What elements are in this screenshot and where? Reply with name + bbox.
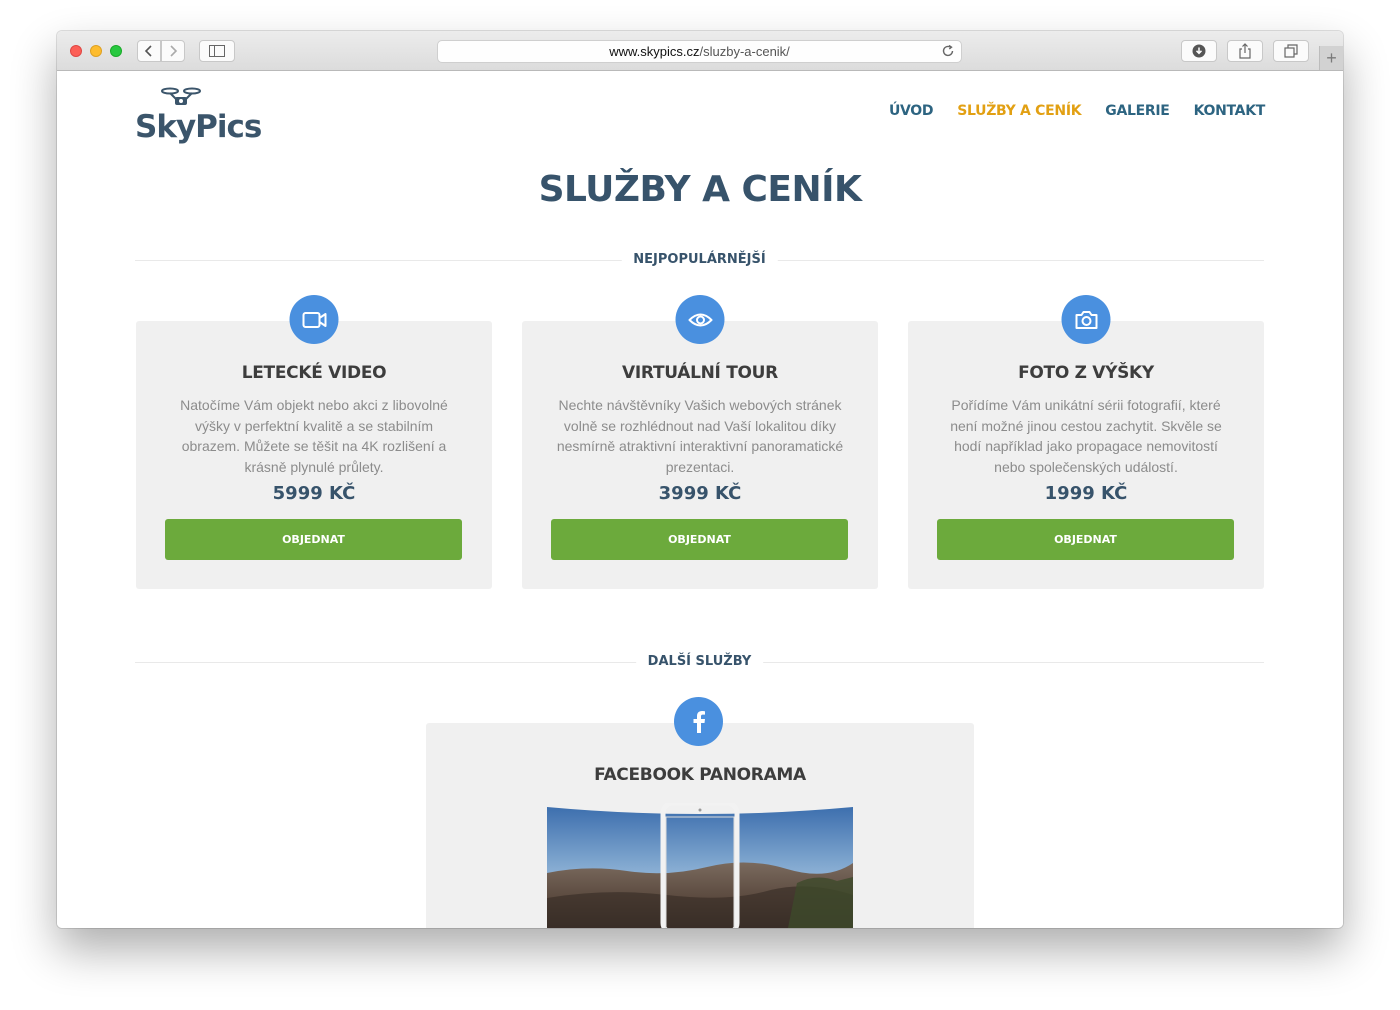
order-button[interactable]: OBJEDNAT (165, 519, 462, 560)
service-title: VIRTUÁLNÍ TOUR (622, 363, 778, 383)
forward-button[interactable] (161, 40, 185, 62)
service-icon-circle (675, 295, 725, 344)
nav-item-galerie[interactable]: GALERIE (1105, 103, 1170, 119)
service-card-virtualni-tour: VIRTUÁLNÍ TOUR Nechte návštěvníky Vašich… (522, 295, 878, 589)
service-card-letecke-video: LETECKÉ VIDEO Natočíme Vám objekt nebo a… (136, 295, 492, 589)
nav-item-sluzby-a-cenik[interactable]: SLUŽBY A CENÍK (957, 103, 1081, 119)
service-title: LETECKÉ VIDEO (241, 363, 387, 383)
back-button[interactable] (137, 40, 161, 62)
service-card-foto-z-vysky: FOTO Z VÝŠKY Pořídíme Vám unikátní sérii… (908, 295, 1264, 589)
nav-item-uvod[interactable]: ÚVOD (889, 103, 934, 119)
service-icon-circle (1061, 295, 1111, 344)
plus-icon: + (1326, 47, 1337, 68)
popular-heading-label: NEJPOPULÁRNĚJŠÍ (621, 252, 778, 267)
service-price: 5999 KČ (272, 483, 356, 504)
eye-icon (688, 313, 712, 326)
close-window-button[interactable] (70, 45, 82, 57)
tabs-overview-button[interactable] (1273, 40, 1309, 62)
new-tab-button[interactable]: + (1319, 46, 1343, 70)
service-icon-circle (289, 295, 339, 344)
service-description: Nechte návštěvníky Vašich webových strán… (556, 397, 844, 475)
reload-icon[interactable] (941, 44, 955, 58)
service-title: FOTO Z VÝŠKY (1018, 363, 1154, 383)
zoom-window-button[interactable] (110, 45, 122, 57)
other-section-heading: DALŠÍ SLUŽBY (135, 652, 1264, 672)
service-price: 1999 KČ (1044, 483, 1128, 504)
page-title: SLUŽBY A CENÍK (538, 169, 862, 210)
nav-item-kontakt[interactable]: KONTAKT (1194, 103, 1266, 119)
drone-icon (161, 87, 201, 105)
browser-toolbar: www.skypics.cz/sluzby-a-cenik/ + (57, 31, 1343, 71)
order-button[interactable]: OBJEDNAT (937, 519, 1234, 560)
chevron-left-icon (144, 45, 152, 57)
camera-icon (1075, 310, 1097, 329)
webpage: SkyPics ÚVOD SLUŽBY A CENÍK GALERIE KONT… (57, 71, 1343, 928)
sidebar-toggle-button[interactable] (199, 40, 235, 62)
facebook-icon (693, 710, 705, 733)
service-title: FACEBOOK PANORAMA (594, 765, 806, 785)
share-button[interactable] (1227, 40, 1263, 62)
url-domain: www.skypics.cz (609, 44, 700, 59)
logo-text: SkyPics (135, 109, 262, 145)
browser-window: www.skypics.cz/sluzby-a-cenik/ + SkyPics (57, 31, 1343, 928)
service-price: 3999 KČ (658, 483, 742, 504)
sidebar-icon (209, 45, 225, 57)
minimize-window-button[interactable] (90, 45, 102, 57)
downloads-button[interactable] (1181, 40, 1217, 62)
video-camera-icon (302, 311, 326, 328)
url-path: /sluzby-a-cenik/ (699, 44, 790, 59)
service-card-facebook-panorama: FACEBOOK PANORAMA (426, 723, 974, 928)
panorama-image (547, 803, 853, 928)
order-button[interactable]: OBJEDNAT (551, 519, 848, 560)
download-icon (1192, 44, 1206, 58)
tabs-icon (1284, 44, 1298, 58)
service-description: Natočíme Vám objekt nebo akci z libovoln… (180, 397, 448, 475)
chevron-right-icon (170, 45, 178, 57)
other-heading-label: DALŠÍ SLUŽBY (635, 654, 764, 669)
share-icon (1239, 43, 1251, 59)
address-bar[interactable]: www.skypics.cz/sluzby-a-cenik/ (437, 40, 962, 63)
main-nav: ÚVOD SLUŽBY A CENÍK GALERIE KONTAKT (889, 103, 1265, 119)
service-icon-circle (674, 697, 723, 746)
service-description: Pořídíme Vám unikátní sérii fotografií, … (950, 397, 1222, 475)
popular-section-heading: NEJPOPULÁRNĚJŠÍ (135, 250, 1264, 270)
